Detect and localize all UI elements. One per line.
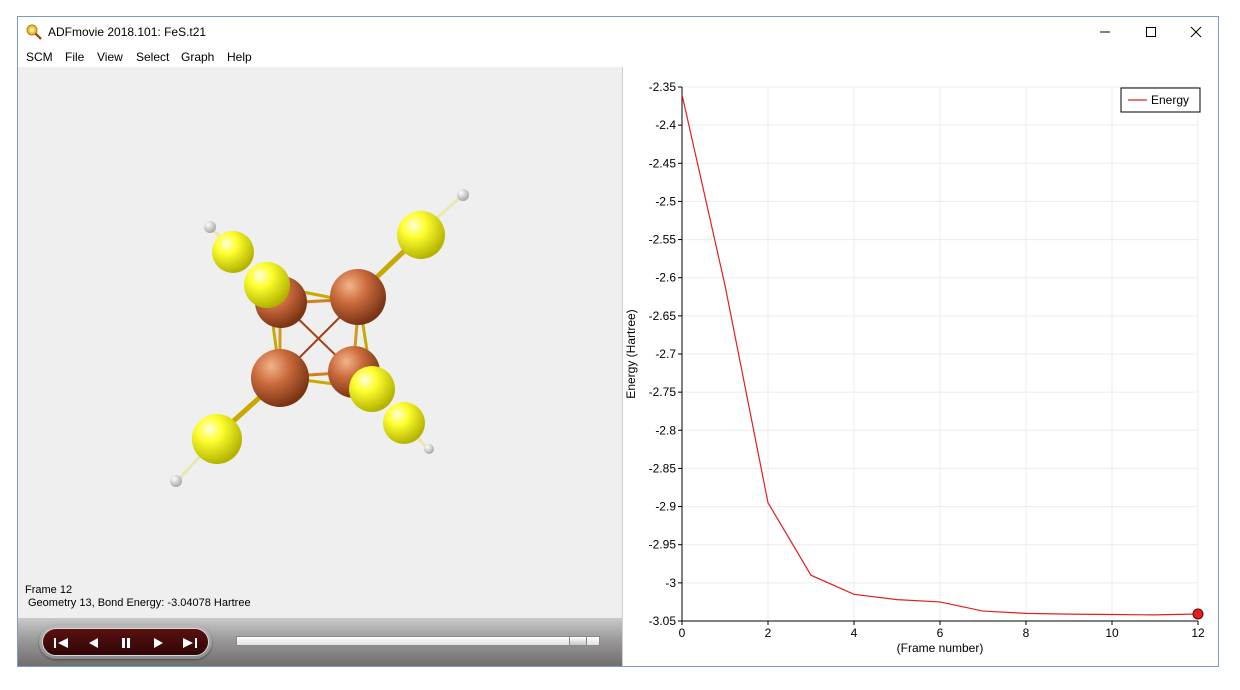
step-back-button[interactable] [80, 633, 106, 653]
app-window: ADFmovie 2018.101: FeS.t21 SCM File View… [17, 16, 1219, 667]
molecule-viewer[interactable]: Frame 12 Geometry 13, Bond Energy: -3.04… [18, 67, 622, 666]
x-tick-label: 2 [765, 626, 772, 640]
menu-bar: SCM File View Select Graph Help [18, 47, 1218, 67]
playback-button-group [39, 625, 212, 659]
menu-file[interactable]: File [64, 50, 85, 64]
y-tick-label: -2.85 [649, 461, 677, 475]
pause-button[interactable] [113, 633, 139, 653]
y-tick-label: -2.4 [655, 118, 676, 132]
x-tick-label: 6 [937, 626, 944, 640]
frame-label: Frame 12 [25, 584, 73, 596]
y-tick-label: -2.9 [655, 500, 676, 514]
menu-graph[interactable]: Graph [180, 50, 215, 64]
x-tick-label: 8 [1023, 626, 1030, 640]
app-logo-icon [26, 24, 42, 40]
menu-view[interactable]: View [96, 50, 124, 64]
x-axis-label: (Frame number) [897, 641, 984, 655]
play-button[interactable] [145, 633, 171, 653]
x-tick-label: 4 [851, 626, 858, 640]
current-frame-marker [1192, 608, 1204, 620]
y-tick-label: -2.95 [649, 538, 677, 552]
geometry-label: Geometry 13, Bond Energy: -3.04078 Hartr… [28, 597, 251, 609]
menu-select[interactable]: Select [135, 50, 170, 64]
minimize-button[interactable] [1082, 17, 1128, 47]
y-tick-label: -3.05 [649, 614, 677, 628]
frame-slider-thumb[interactable] [569, 637, 587, 645]
y-tick-label: -2.7 [655, 347, 676, 361]
maximize-button[interactable] [1128, 17, 1174, 47]
skip-to-start-icon [54, 638, 68, 648]
close-button[interactable] [1173, 17, 1218, 47]
y-tick-label: -2.8 [655, 423, 676, 437]
energy-graph-panel[interactable]: 0 2 4 6 8 10 12 -2.35 -2.4 -2.45 -2.5 -2.55 -2.6 -2.6… [622, 67, 1219, 667]
window-title: ADFmovie 2018.101: FeS.t21 [48, 25, 207, 39]
minimize-icon [1100, 31, 1110, 33]
x-tick-label: 10 [1105, 626, 1119, 640]
y-tick-label: -2.5 [655, 194, 676, 208]
frame-slider[interactable] [236, 636, 600, 646]
pause-icon [122, 638, 130, 648]
x-tick-label: 0 [679, 626, 686, 640]
y-tick-label: -2.35 [649, 80, 677, 94]
y-tick-label: -2.6 [655, 271, 676, 285]
menu-scm[interactable]: SCM [25, 50, 54, 64]
skip-to-start-button[interactable] [48, 633, 74, 653]
title-bar[interactable]: ADFmovie 2018.101: FeS.t21 [18, 17, 1218, 47]
y-tick-label: -2.75 [649, 385, 677, 399]
legend-label: Energy [1151, 93, 1189, 107]
y-tick-label: -2.45 [649, 156, 677, 170]
menu-help[interactable]: Help [226, 50, 253, 64]
molecule-render[interactable] [18, 67, 622, 577]
y-tick-label: -3 [665, 576, 676, 590]
y-tick-label: -2.55 [649, 233, 677, 247]
x-tick-label: 12 [1191, 626, 1205, 640]
y-axis-label: Energy (Hartree) [624, 309, 638, 398]
y-tick-label: -2.65 [649, 309, 677, 323]
playback-controls [18, 618, 622, 666]
close-icon [1190, 26, 1202, 38]
step-back-icon [89, 638, 98, 648]
maximize-icon [1146, 27, 1156, 37]
skip-to-end-icon [183, 638, 197, 648]
energy-chart[interactable]: 0 2 4 6 8 10 12 -2.35 -2.4 -2.45 -2.5 -2.55 -2.6 -2.6… [623, 67, 1219, 667]
play-icon [154, 638, 163, 648]
skip-to-end-button[interactable] [177, 633, 203, 653]
